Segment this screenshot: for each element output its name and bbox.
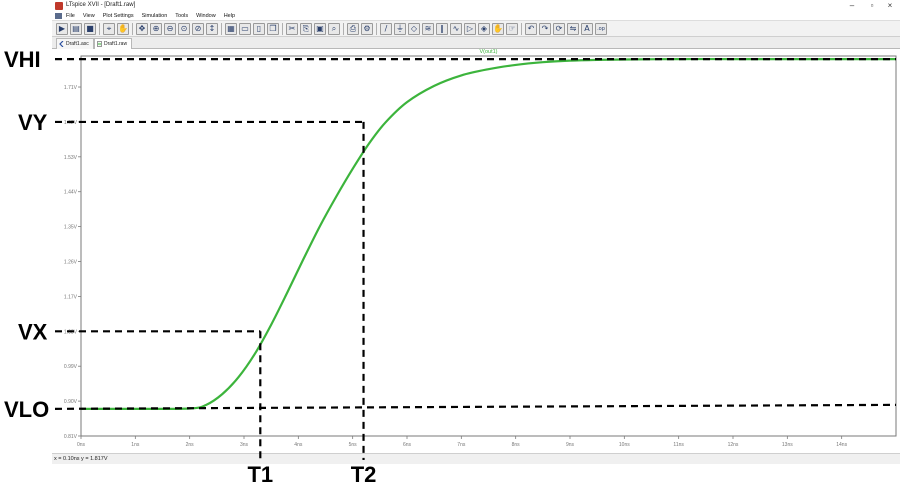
y-tick-label: 1.17V [64, 294, 78, 300]
x-tick-label: 5ns [349, 442, 358, 448]
y-tick-label: 1.26V [64, 260, 78, 266]
vx-label: VX [18, 319, 48, 344]
waveform-chart: 0ns 1ns 2ns 3ns 4ns 5ns 6ns 7ns 8ns 9ns 10ns 11ns 12… [4, 47, 897, 485]
axes: 0ns 1ns 2ns 3ns 4ns 5ns 6ns 7ns 8ns 9ns 10ns 11ns 12… [64, 55, 897, 448]
y-tick-label: 1.53V [64, 155, 78, 161]
t2-label: T2 [351, 462, 377, 485]
vhi-label: VHI [4, 47, 41, 72]
x-tick-label: 11ns [673, 442, 684, 448]
x-tick-label: 8ns [512, 442, 521, 448]
y-tick-label: 0.81V [64, 434, 78, 440]
x-tick-label: 3ns [240, 442, 249, 448]
x-tick-label: 4ns [294, 442, 303, 448]
series-title-label: V(out1) [479, 49, 497, 55]
plot-area [80, 55, 897, 437]
y-tick-label: 1.71V [64, 85, 78, 91]
x-tick-label: 13ns [782, 442, 793, 448]
x-tick-label: 6ns [403, 442, 412, 448]
t1-label: T1 [247, 462, 273, 485]
y-tick-label: 0.90V [64, 399, 78, 405]
x-tick-label: 10ns [619, 442, 630, 448]
y-tick-label: 1.35V [64, 225, 78, 231]
x-tick-label: 12ns [728, 442, 739, 448]
x-tick-label: 1ns [131, 442, 140, 448]
y-tick-label: 0.99V [64, 364, 78, 370]
y-tick-label: 1.44V [64, 190, 78, 196]
x-tick-label: 2ns [186, 442, 195, 448]
figure-root: LTspice XVII - [Draft1.raw] – ▫ × File V… [0, 0, 900, 485]
x-tick-label: 14ns [836, 442, 847, 448]
vlo-label: VLO [4, 397, 49, 422]
x-tick-label: 7ns [457, 442, 466, 448]
x-tick-label: 0ns [77, 442, 86, 448]
x-tick-label: 9ns [566, 442, 575, 448]
vy-label: VY [18, 110, 48, 135]
